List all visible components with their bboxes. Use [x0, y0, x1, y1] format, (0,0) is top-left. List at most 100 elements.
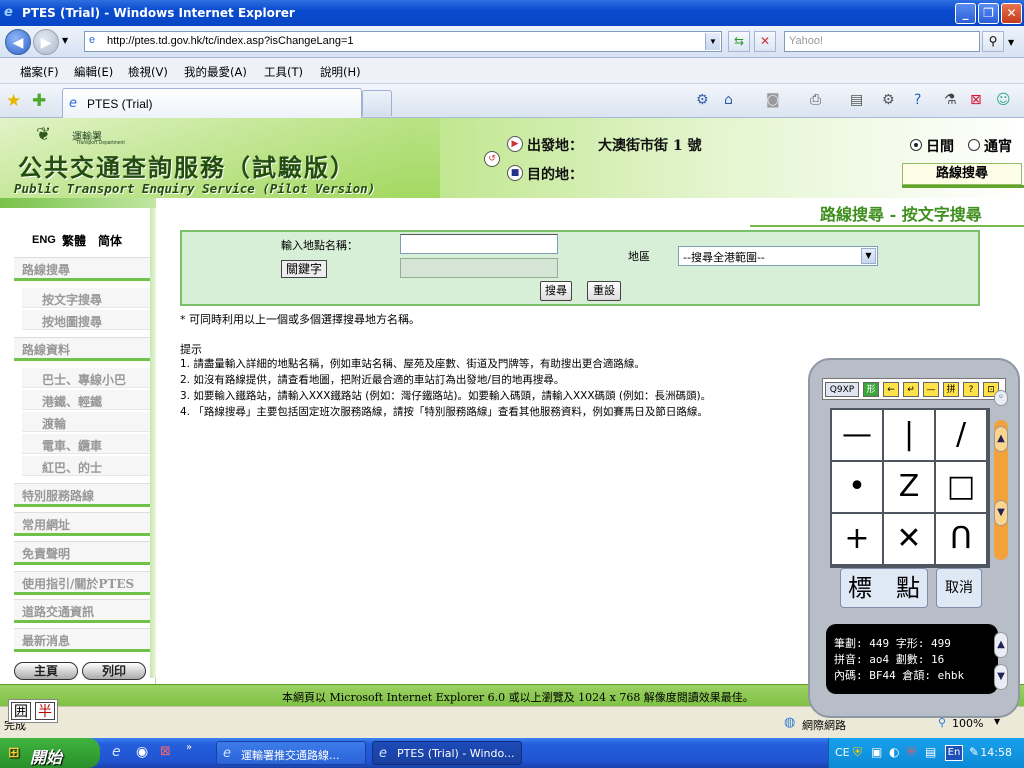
- day-radio[interactable]: [910, 139, 922, 151]
- keyword-input[interactable]: [400, 258, 558, 278]
- address-dropdown-icon[interactable]: ▼: [705, 33, 720, 50]
- ime-scroll-up-icon[interactable]: ▲: [994, 426, 1008, 452]
- refresh-button[interactable]: ⇆: [728, 31, 750, 52]
- quicklaunch-media-icon[interactable]: ◉: [136, 744, 148, 760]
- origin-value[interactable]: 大澳街市街 1 號: [598, 135, 702, 155]
- stroke-slash[interactable]: /: [936, 410, 986, 460]
- tools-gear-icon[interactable]: ⚙: [882, 92, 895, 108]
- ime-mini-bar[interactable]: 囲 半: [8, 699, 58, 723]
- sidebar-sub-text-search[interactable]: 按文字搜尋: [22, 288, 150, 308]
- zoom-level[interactable]: 100%: [952, 717, 983, 730]
- sidebar-sub-map-search[interactable]: 按地圖搜尋: [22, 310, 150, 330]
- menu-favorites[interactable]: 我的最愛(A): [184, 64, 247, 80]
- network-icon[interactable]: ▣: [871, 745, 882, 759]
- menu-tools[interactable]: 工具(T): [264, 64, 303, 80]
- sidebar-sub-bus[interactable]: 巴士、專線小巴: [22, 368, 150, 388]
- add-favorite-icon[interactable]: ✚: [32, 91, 46, 111]
- translate-icon[interactable]: ⚙: [696, 92, 709, 108]
- sidebar-item-disclaimer[interactable]: 免責聲明: [14, 541, 150, 565]
- lang-eng[interactable]: ENG: [32, 234, 56, 246]
- stroke-z[interactable]: Z: [884, 462, 934, 512]
- sidebar-item-guide[interactable]: 使用指引/關於PTES: [14, 571, 150, 595]
- security-shield-icon[interactable]: ⛨: [853, 745, 862, 760]
- stroke-horizontal[interactable]: —: [832, 410, 882, 460]
- close-button[interactable]: ✕: [1001, 3, 1022, 24]
- ime-info-up-icon[interactable]: ▲: [994, 632, 1008, 658]
- sidebar-sub-tram[interactable]: 電車、纜車: [22, 434, 150, 454]
- print-icon[interactable]: ⎙: [810, 92, 821, 108]
- overnight-radio[interactable]: [968, 139, 980, 151]
- district-select[interactable]: --搜尋全港範圍-- ▼: [678, 246, 878, 266]
- window-title-bar[interactable]: e PTES (Trial) - Windows Internet Explor…: [0, 0, 1024, 26]
- lang-trad[interactable]: 繁體: [62, 232, 86, 249]
- messenger-icon[interactable]: ☺: [996, 92, 1011, 108]
- stop-button[interactable]: ✕: [754, 31, 776, 52]
- sidebar-item-special-routes[interactable]: 特別服務路線: [14, 483, 150, 507]
- new-tab-button[interactable]: [362, 90, 392, 116]
- swap-icon[interactable]: ↺: [484, 151, 500, 167]
- sidebar-sub-taxi[interactable]: 紅巴、的士: [22, 456, 150, 476]
- keyboard-icon[interactable]: ▤: [925, 745, 936, 759]
- punctuation-button[interactable]: 標 點: [840, 568, 928, 608]
- stroke-cross[interactable]: +: [832, 514, 882, 564]
- tab-ptes[interactable]: e PTES (Trial): [62, 88, 362, 118]
- sidebar-sub-ferry[interactable]: 渡輪: [22, 412, 150, 432]
- location-input[interactable]: [400, 234, 558, 254]
- zoom-dropdown-icon[interactable]: ▼: [994, 717, 1000, 726]
- favorites-star-icon[interactable]: ★: [6, 91, 21, 111]
- search-submit-button[interactable]: 搜尋: [540, 281, 572, 301]
- ime-scroll-down-icon[interactable]: ▼: [994, 500, 1008, 526]
- sidebar-item-links[interactable]: 常用網址: [14, 512, 150, 536]
- stroke-dot[interactable]: •: [832, 462, 882, 512]
- start-button[interactable]: ⊞ 開始: [0, 738, 100, 768]
- ime-width-icon[interactable]: 半: [35, 702, 55, 720]
- ime-help-button[interactable]: ?: [963, 382, 979, 397]
- search-button[interactable]: ⚲: [982, 31, 1004, 52]
- stroke-vertical[interactable]: |: [884, 410, 934, 460]
- search-input[interactable]: Yahoo!: [784, 31, 980, 52]
- ime-space-button[interactable]: —: [923, 382, 939, 397]
- sidebar-sub-rail[interactable]: 港鐵、輕鐵: [22, 390, 150, 410]
- help-icon[interactable]: ?: [914, 92, 921, 108]
- addon-icon[interactable]: ⊠: [970, 92, 982, 108]
- language-indicator[interactable]: En: [945, 745, 963, 761]
- home-button[interactable]: 主頁: [14, 662, 78, 680]
- address-bar[interactable]: e http://ptes.td.gov.hk/tc/index.asp?isC…: [84, 31, 722, 52]
- page-menu-icon[interactable]: ▤: [850, 92, 863, 108]
- sidebar-item-news[interactable]: 最新消息: [14, 628, 150, 652]
- maximize-button[interactable]: ❐: [978, 3, 999, 24]
- sidebar-item-traffic-info[interactable]: 道路交通資訊: [14, 599, 150, 623]
- sidebar-item-route-search[interactable]: 路線搜尋: [14, 257, 150, 281]
- taskbar-item-td[interactable]: e 運輸署推交通路線...: [216, 741, 366, 765]
- ime-enter-button[interactable]: ↵: [903, 382, 919, 397]
- ime-back-button[interactable]: ←: [883, 382, 899, 397]
- research-icon[interactable]: ⚗: [944, 92, 957, 108]
- minimize-button[interactable]: _: [955, 3, 976, 24]
- ime-mode-icon[interactable]: 囲: [11, 702, 31, 720]
- ime-info-down-icon[interactable]: ▼: [994, 664, 1008, 690]
- lang-simp[interactable]: 简体: [98, 232, 122, 249]
- ime-shape-button[interactable]: 形: [863, 382, 879, 397]
- tray-ce[interactable]: CE: [835, 746, 850, 759]
- quicklaunch-more-icon[interactable]: »: [186, 742, 192, 753]
- menu-file[interactable]: 檔案(F): [20, 64, 59, 80]
- print-button[interactable]: 列印: [82, 662, 146, 680]
- quicklaunch-app-icon[interactable]: ⊠: [160, 744, 171, 759]
- history-dropdown-icon[interactable]: ▼: [62, 36, 68, 45]
- volume-icon[interactable]: ◐: [889, 745, 899, 759]
- ime-tray-icon[interactable]: ✎: [969, 745, 979, 759]
- ime-q9-button[interactable]: Q9XP: [825, 382, 859, 397]
- menu-help[interactable]: 說明(H): [320, 64, 361, 80]
- quicklaunch-ie-icon[interactable]: e: [112, 744, 121, 760]
- antivirus-icon[interactable]: ⛨: [907, 745, 916, 760]
- search-options-icon[interactable]: ▼: [1008, 38, 1014, 47]
- reset-button[interactable]: 重設: [587, 281, 621, 301]
- stroke-hook[interactable]: ᑎ: [936, 514, 986, 564]
- feeds-icon[interactable]: ◙: [766, 92, 780, 108]
- forward-button[interactable]: ▶: [33, 29, 59, 55]
- stroke-x[interactable]: ✕: [884, 514, 934, 564]
- home-icon[interactable]: ⌂: [724, 92, 733, 108]
- stroke-box[interactable]: □: [936, 462, 986, 512]
- menu-view[interactable]: 檢視(V): [128, 64, 168, 80]
- ime-pinyin-button[interactable]: 拼: [943, 382, 959, 397]
